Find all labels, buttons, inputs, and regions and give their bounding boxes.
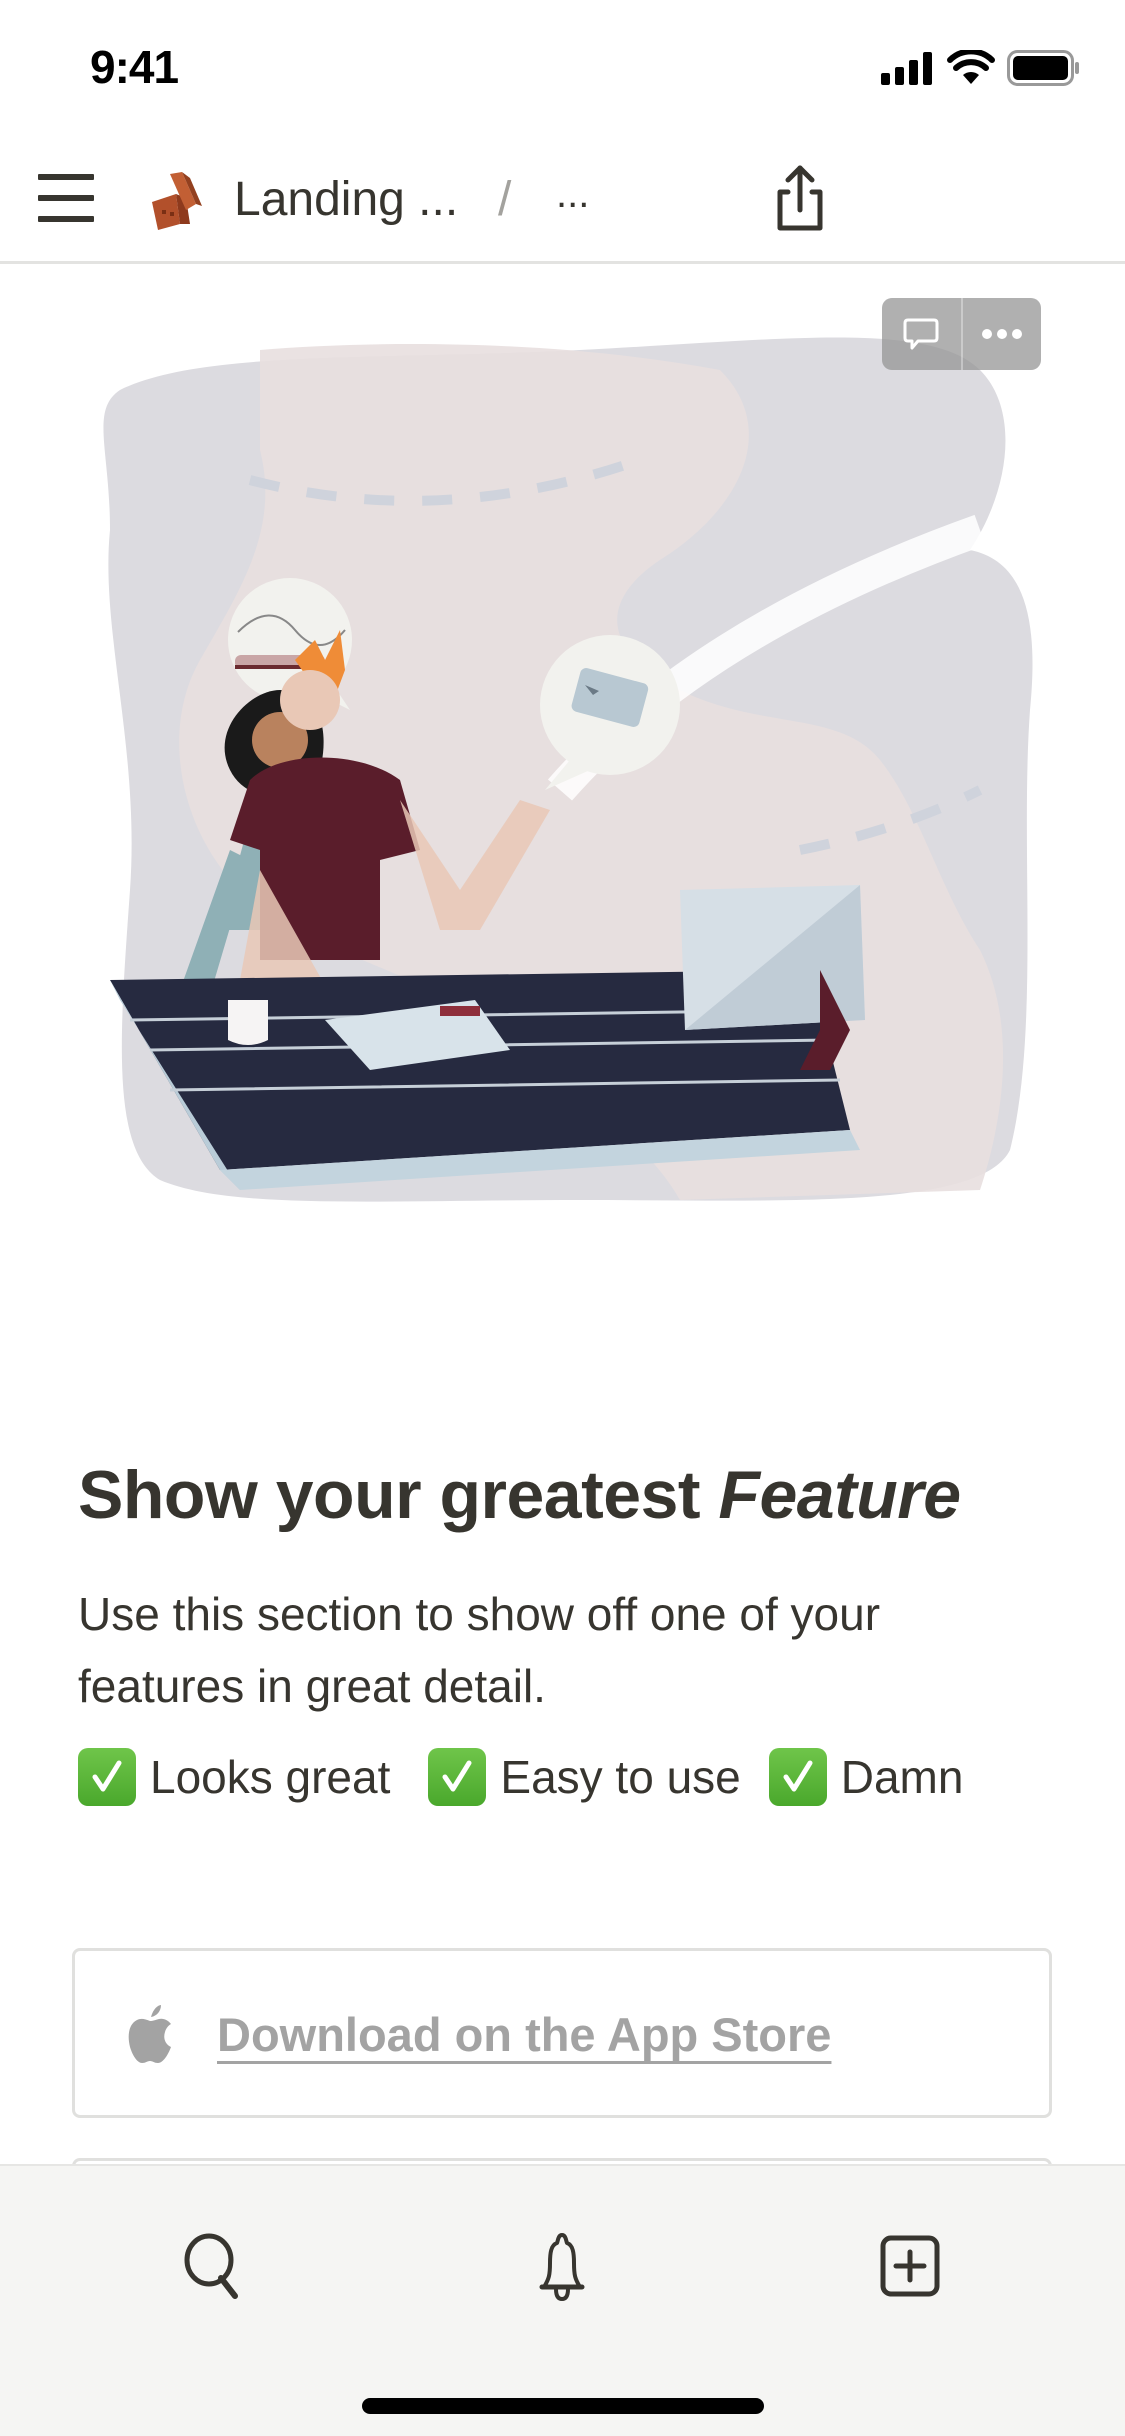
share-icon[interactable] (770, 162, 830, 234)
status-icons (881, 50, 1081, 86)
feature-checklist: Looks great Easy to use Damn (78, 1748, 963, 1806)
search-icon (184, 2233, 238, 2299)
tab-new-page[interactable] (870, 2226, 950, 2306)
check-box-emoji (768, 1748, 827, 1806)
comment-icon (903, 318, 939, 350)
cellular-signal-icon (881, 52, 932, 85)
bricks-emoji[interactable] (146, 168, 210, 232)
new-page-icon (880, 2235, 940, 2297)
breadcrumb-separator: / (498, 173, 512, 226)
heading-emphasis: Feature (718, 1457, 961, 1533)
heading-prefix: Show your greatest (78, 1457, 719, 1533)
wifi-icon (947, 50, 995, 84)
navigation-bar: Landing ... / ... (0, 132, 1125, 264)
check-box-emoji (78, 1748, 136, 1806)
check-label: Easy to use (500, 1751, 741, 1803)
status-time: 9:41 (90, 41, 179, 93)
home-indicator[interactable] (362, 2398, 764, 2414)
app-store-link[interactable]: Download on the App Store (217, 2007, 831, 2062)
app-store-button[interactable]: Download on the App Store (72, 1948, 1052, 2118)
check-label: Looks great (150, 1751, 391, 1803)
comment-button[interactable] (882, 298, 961, 370)
battery-icon (1007, 50, 1079, 86)
breadcrumb-page-title[interactable]: Landing ... (234, 172, 458, 227)
apple-icon (128, 2005, 171, 2063)
check-item: Looks great (78, 1748, 390, 1806)
bottom-tab-bar (0, 2164, 1125, 2436)
tab-notifications[interactable] (522, 2226, 602, 2306)
check-box-emoji (428, 1748, 487, 1806)
bell-icon (539, 2233, 585, 2301)
cover-illustration (103, 337, 1033, 1202)
tab-search[interactable] (174, 2226, 254, 2306)
more-icon (981, 329, 1022, 339)
feature-heading: Show your greatest Feature (78, 1456, 961, 1534)
check-item: Damn (768, 1748, 964, 1806)
status-bar: 9:41 (0, 0, 1125, 132)
check-label: Damn (840, 1751, 964, 1803)
check-item: Easy to use (428, 1748, 741, 1806)
feature-description: Use this section to show off one of your… (78, 1588, 881, 1712)
more-button[interactable] (963, 298, 1042, 370)
breadcrumb-more[interactable]: ... (556, 172, 589, 217)
hamburger-menu-icon[interactable] (38, 174, 94, 222)
block-actions (882, 298, 1041, 370)
